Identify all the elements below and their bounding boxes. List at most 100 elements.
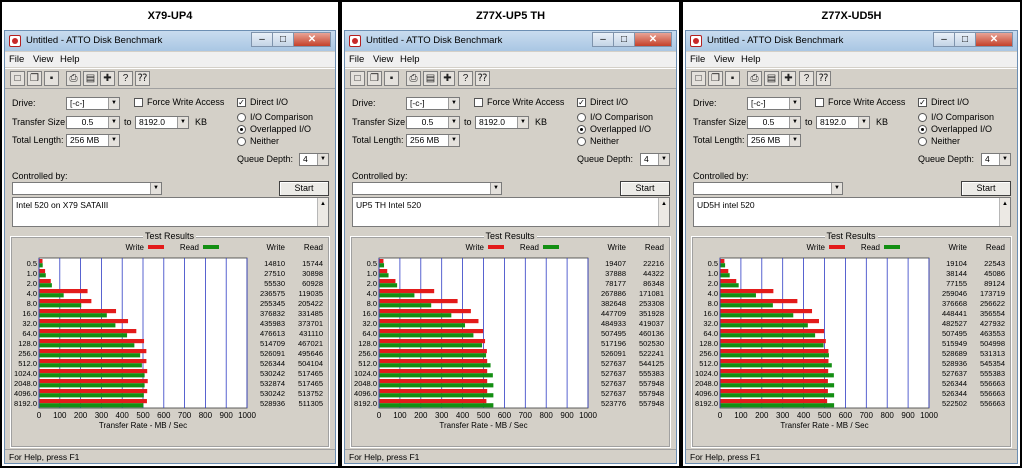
title-bar[interactable]: Untitled - ATTO Disk Benchmark – □ ✕ [686,31,1017,51]
close-icon[interactable]: ✕ [634,32,672,47]
open-folder-icon[interactable]: ❐ [708,71,723,86]
drive-select[interactable]: [-c-] ▼ [406,97,460,110]
description-textarea[interactable]: Intel 520 on X79 SATAIII ▲ [12,197,329,227]
chevron-down-icon[interactable]: ▼ [789,98,800,109]
print-preview-icon[interactable]: ▤ [423,71,438,86]
overlapped-io-radio[interactable] [918,125,927,134]
controlled-by-select[interactable]: ▼ [12,182,162,195]
menu-view[interactable]: View [33,54,53,65]
transfer-size-from-select[interactable]: 0.5 ▼ [747,116,801,129]
save-icon[interactable]: ▪ [384,71,399,86]
io-comparison-radio[interactable] [577,113,586,122]
start-button[interactable]: Start [961,181,1011,196]
chevron-down-icon[interactable]: ▼ [858,117,869,128]
drive-select[interactable]: [-c-] ▼ [747,97,801,110]
force-write-access-checkbox[interactable] [134,98,143,107]
print-preview-icon[interactable]: ▤ [764,71,779,86]
menu-help[interactable]: Help [741,54,761,65]
move-icon[interactable]: ✚ [781,71,796,86]
menu-file[interactable]: File [690,54,705,65]
neither-radio[interactable] [577,137,586,146]
maximize-icon[interactable]: □ [613,32,635,47]
description-textarea[interactable]: UD5H intel 520 ▲ [693,197,1011,227]
help-icon[interactable]: ? [118,71,133,86]
controlled-by-select[interactable]: ▼ [693,182,843,195]
transfer-size-to-select[interactable]: 8192.0 ▼ [135,116,189,129]
total-length-select[interactable]: 256 MB ▼ [66,134,120,147]
close-icon[interactable]: ✕ [293,32,331,47]
overlapped-io-radio[interactable] [237,125,246,134]
neither-radio[interactable] [237,137,246,146]
minimize-icon[interactable]: – [933,32,955,47]
io-comparison-radio[interactable] [237,113,246,122]
maximize-icon[interactable]: □ [272,32,294,47]
chevron-down-icon[interactable]: ▼ [789,117,800,128]
force-write-access-checkbox[interactable] [474,98,483,107]
chevron-down-icon[interactable]: ▼ [490,183,501,194]
help-icon[interactable]: ? [799,71,814,86]
help-icon[interactable]: ? [458,71,473,86]
chevron-down-icon[interactable]: ▼ [831,183,842,194]
chevron-down-icon[interactable]: ▼ [658,154,669,165]
title-bar[interactable]: Untitled - ATTO Disk Benchmark – □ ✕ [5,31,335,51]
chevron-down-icon[interactable]: ▼ [999,154,1010,165]
save-icon[interactable]: ▪ [725,71,740,86]
total-length-select[interactable]: 256 MB ▼ [406,134,460,147]
description-textarea[interactable]: UP5 TH Intel 520 ▲ [352,197,670,227]
print-preview-icon[interactable]: ▤ [83,71,98,86]
transfer-size-to-select[interactable]: 8192.0 ▼ [816,116,870,129]
drive-select[interactable]: [-c-] ▼ [66,97,120,110]
neither-radio[interactable] [918,137,927,146]
direct-io-checkbox[interactable]: ✓ [918,98,927,107]
open-folder-icon[interactable]: ❐ [27,71,42,86]
move-icon[interactable]: ✚ [440,71,455,86]
start-button[interactable]: Start [279,181,329,196]
textarea-scrollbar[interactable]: ▲ [317,198,328,226]
save-icon[interactable]: ▪ [44,71,59,86]
force-write-access-checkbox[interactable] [815,98,824,107]
move-icon[interactable]: ✚ [100,71,115,86]
chevron-down-icon[interactable]: ▼ [789,135,800,146]
chevron-down-icon[interactable]: ▼ [150,183,161,194]
close-icon[interactable]: ✕ [975,32,1013,47]
total-length-select[interactable]: 256 MB ▼ [747,134,801,147]
queue-depth-select[interactable]: 4 ▼ [299,153,329,166]
new-file-icon[interactable]: □ [350,71,365,86]
menu-help[interactable]: Help [400,54,420,65]
chevron-down-icon[interactable]: ▼ [108,117,119,128]
overlapped-io-radio[interactable] [577,125,586,134]
open-folder-icon[interactable]: ❐ [367,71,382,86]
queue-depth-select[interactable]: 4 ▼ [981,153,1011,166]
transfer-size-from-select[interactable]: 0.5 ▼ [406,116,460,129]
menu-file[interactable]: File [349,54,364,65]
chevron-down-icon[interactable]: ▼ [448,117,459,128]
textarea-scrollbar[interactable]: ▲ [999,198,1010,226]
chevron-down-icon[interactable]: ▼ [517,117,528,128]
title-bar[interactable]: Untitled - ATTO Disk Benchmark – □ ✕ [345,31,676,51]
minimize-icon[interactable]: – [251,32,273,47]
chevron-down-icon[interactable]: ▼ [108,135,119,146]
menu-view[interactable]: View [714,54,734,65]
controlled-by-select[interactable]: ▼ [352,182,502,195]
transfer-size-from-select[interactable]: 0.5 ▼ [66,116,120,129]
direct-io-checkbox[interactable]: ✓ [237,98,246,107]
chevron-down-icon[interactable]: ▼ [177,117,188,128]
chevron-down-icon[interactable]: ▼ [108,98,119,109]
chevron-down-icon[interactable]: ▼ [448,98,459,109]
print-icon[interactable]: ⎙ [747,71,762,86]
maximize-icon[interactable]: □ [954,32,976,47]
textarea-scrollbar[interactable]: ▲ [658,198,669,226]
context-help-icon[interactable]: ⁇ [816,71,831,86]
io-comparison-radio[interactable] [918,113,927,122]
print-icon[interactable]: ⎙ [66,71,81,86]
menu-help[interactable]: Help [60,54,80,65]
chevron-down-icon[interactable]: ▼ [317,154,328,165]
chevron-down-icon[interactable]: ▼ [448,135,459,146]
menu-view[interactable]: View [373,54,393,65]
context-help-icon[interactable]: ⁇ [475,71,490,86]
start-button[interactable]: Start [620,181,670,196]
queue-depth-select[interactable]: 4 ▼ [640,153,670,166]
minimize-icon[interactable]: – [592,32,614,47]
menu-file[interactable]: File [9,54,24,65]
new-file-icon[interactable]: □ [691,71,706,86]
